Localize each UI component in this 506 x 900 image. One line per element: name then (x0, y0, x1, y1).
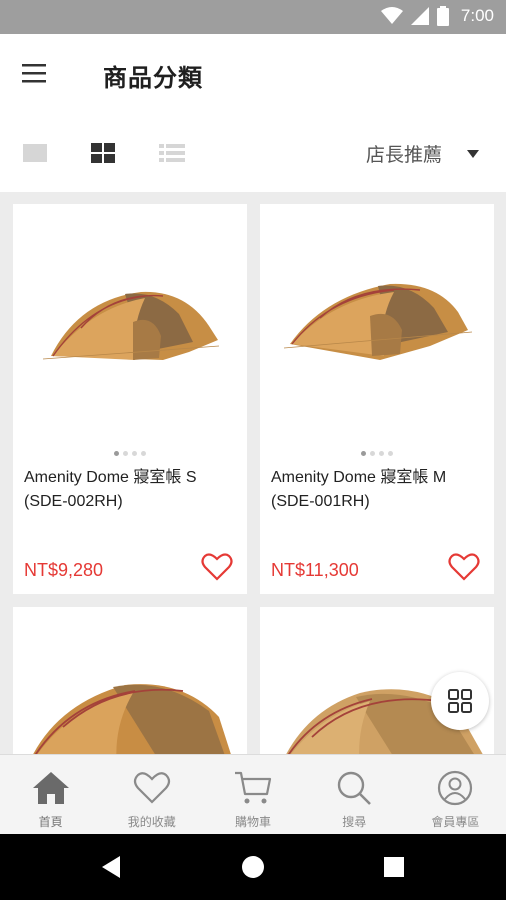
app-bar: 商品分類 (0, 34, 506, 114)
nav-label: 會員專區 (431, 815, 480, 829)
image-carousel-dots (13, 451, 247, 456)
search-icon (334, 769, 374, 807)
nav-label: 購物車 (235, 815, 272, 829)
wifi-icon (380, 7, 403, 24)
product-card[interactable]: Amenity Dome 寢室帳 M (SDE-001RH) NT$11,300 (260, 204, 494, 594)
nav-item-favorites[interactable]: 我的收藏 (101, 755, 202, 834)
product-price: NT$9,280 (24, 560, 104, 580)
user-icon (435, 769, 475, 807)
single-view-icon[interactable] (22, 142, 50, 164)
image-carousel-dots (260, 451, 494, 456)
sort-selected-label: 店長推薦 (365, 144, 442, 166)
product-image[interactable] (260, 204, 494, 444)
back-icon[interactable] (100, 855, 122, 879)
category-grid-fab[interactable] (431, 672, 489, 730)
product-name[interactable]: Amenity Dome 寢室帳 S (SDE-002RH) (24, 466, 244, 514)
carousel-dot (388, 451, 393, 456)
nav-item-search[interactable]: 搜尋 (304, 755, 405, 834)
heart-icon (132, 769, 172, 807)
nav-item-cart[interactable]: 購物車 (202, 755, 303, 834)
dropdown-arrow-icon (467, 149, 479, 158)
view-sort-toolbar: 店長推薦 (0, 114, 506, 192)
home-icon (31, 769, 71, 807)
favorite-heart-icon[interactable] (448, 552, 480, 582)
system-navigation-bar (0, 834, 506, 900)
clock: 7:00 (460, 6, 494, 25)
nav-label: 首頁 (38, 815, 63, 829)
carousel-dot (379, 451, 384, 456)
recents-icon[interactable] (383, 856, 405, 878)
nav-label: 我的收藏 (127, 815, 176, 829)
hamburger-menu-icon[interactable] (22, 60, 58, 88)
list-view-icon[interactable] (158, 142, 186, 164)
product-name[interactable]: Amenity Dome 寢室帳 M (SDE-001RH) (271, 466, 491, 514)
grid-icon (448, 689, 472, 713)
carousel-dot (114, 451, 119, 456)
product-grid: Amenity Dome 寢室帳 S (SDE-002RH) NT$9,280 (0, 192, 506, 754)
sort-dropdown[interactable]: 店長推薦 (366, 140, 480, 167)
product-price: NT$11,300 (271, 560, 359, 580)
page-title: 商品分類 (103, 64, 203, 92)
carousel-dot (370, 451, 375, 456)
favorite-heart-icon[interactable] (201, 552, 233, 582)
nav-item-home[interactable]: 首頁 (0, 755, 101, 834)
cellular-signal-icon (410, 7, 429, 25)
status-bar: 7:00 (0, 0, 506, 34)
bottom-navigation: 首頁 我的收藏 購物車 搜尋 會員專區 (0, 754, 506, 834)
grid-view-icon[interactable] (90, 142, 118, 164)
product-image[interactable] (13, 607, 247, 754)
carousel-dot (123, 451, 128, 456)
nav-label: 搜尋 (342, 815, 367, 829)
cart-icon (233, 769, 273, 807)
product-card[interactable]: Amenity Dome 寢室帳 S (SDE-002RH) NT$9,280 (13, 204, 247, 594)
carousel-dot (141, 451, 146, 456)
nav-item-member[interactable]: 會員專區 (405, 755, 506, 834)
product-card[interactable] (13, 607, 247, 754)
battery-icon (436, 6, 449, 26)
product-image[interactable] (13, 204, 247, 444)
carousel-dot (361, 451, 366, 456)
carousel-dot (132, 451, 137, 456)
home-circle-icon[interactable] (241, 855, 265, 879)
